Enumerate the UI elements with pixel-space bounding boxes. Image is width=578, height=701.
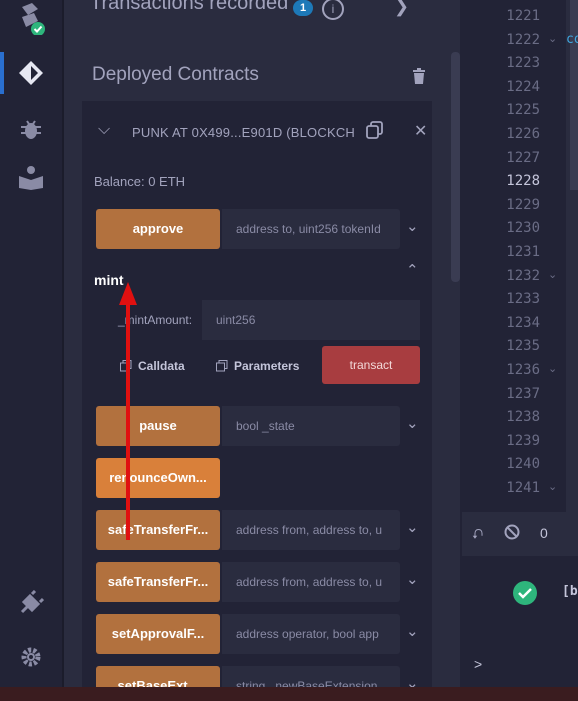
line-number: 1237 [506, 385, 540, 402]
icon-rail [0, 0, 62, 687]
contract-name: PUNK AT 0X499...E901D (BLOCKCH [132, 125, 356, 140]
line-number: 1232 [506, 267, 540, 284]
mint-amount-input[interactable]: uint256 [202, 300, 420, 340]
copy-icon [216, 360, 228, 372]
line-number: 1221 [506, 8, 540, 24]
line-number: 1241 [506, 480, 540, 496]
line-number: 1230 [506, 220, 540, 237]
safe-transfer-from-button[interactable]: safeTransferFr... [96, 510, 220, 550]
remix-logo-icon[interactable] [16, 3, 46, 35]
safe-transfer-from-data-input[interactable]: address from, address to, u [222, 562, 400, 602]
chevron-down-icon[interactable]: ⌵ [98, 121, 110, 139]
chevron-down-icon[interactable]: ⌄ [406, 518, 419, 536]
approve-input[interactable]: address to, uint256 tokenId [222, 209, 400, 249]
line-number: 1223 [506, 55, 540, 72]
terminal: [b > [462, 556, 578, 687]
line-number: 1224 [506, 78, 540, 95]
transactions-recorded-label[interactable]: Transactions recorded [90, 0, 288, 15]
chevron-down-icon[interactable]: ⌄ [406, 217, 419, 235]
code-fragment[interactable]: co [566, 32, 578, 47]
line-number: 1225 [506, 102, 540, 119]
close-icon[interactable]: ✕ [414, 121, 427, 141]
deploy-icon[interactable] [16, 58, 46, 88]
transact-button[interactable]: transact [322, 346, 420, 384]
clear-console-icon[interactable] [504, 524, 520, 545]
panel-scrollbar[interactable] [451, 52, 460, 282]
chevron-right-icon[interactable]: ❯ [394, 0, 409, 17]
contract-balance: Balance: 0 ETH [94, 174, 186, 189]
chevron-down-icon[interactable]: ⌄ [406, 570, 419, 588]
set-approval-for-all-input[interactable]: address operator, bool app [222, 614, 400, 654]
parameters-label: Parameters [234, 359, 300, 373]
settings-icon[interactable] [16, 642, 46, 672]
pause-input[interactable]: bool _state [222, 406, 400, 446]
editor-scrollbar[interactable] [570, 0, 578, 190]
code-editor: co 1221 1222 ⌄ 1223 1224 1225 1226 1227 1228 1229… [462, 0, 578, 512]
line-number: 1226 [506, 126, 540, 142]
plugin-icon[interactable] [16, 588, 46, 618]
copy-icon[interactable] [366, 121, 384, 144]
info-icon[interactable]: i [322, 0, 344, 20]
fold-chevron-icon[interactable]: ⌄ [548, 362, 557, 375]
chevron-down-icon[interactable]: ⌄ [406, 414, 419, 432]
chevron-up-icon[interactable]: ⌃ [406, 261, 419, 279]
collapse-terminal-icon[interactable]: ⮏ [472, 524, 483, 548]
terminal-toolbar: ⮏ 0 [462, 512, 578, 556]
mint-amount-label: _mintAmount: [118, 313, 193, 327]
line-number: 1227 [506, 149, 540, 166]
contract-card: ⌵ PUNK AT 0X499...E901D (BLOCKCH ✕ Balan… [82, 101, 432, 687]
transactions-count-badge: 1 [293, 0, 313, 16]
line-number: 1235 [506, 338, 540, 355]
pause-button[interactable]: pause [96, 406, 220, 446]
fold-chevron-icon[interactable]: ⌄ [548, 32, 557, 45]
approve-button[interactable]: approve [96, 209, 220, 249]
renounce-ownership-button[interactable]: renounceOwn... [96, 458, 220, 498]
line-number: 1233 [506, 291, 540, 308]
line-number: 1222 [506, 31, 540, 48]
line-number: 1239 [506, 432, 540, 449]
line-number: 1228 [506, 173, 540, 190]
deploy-panel: Transactions recorded 1 i ❯ Deployed Con… [64, 0, 460, 687]
deployed-contracts-title: Deployed Contracts [92, 64, 259, 85]
debugger-icon[interactable] [16, 114, 46, 144]
set-approval-for-all-button[interactable]: setApprovalF... [96, 614, 220, 654]
active-indicator [0, 52, 4, 94]
calldata-label: Calldata [138, 359, 185, 373]
line-number: 1231 [506, 244, 540, 260]
copy-icon [120, 360, 132, 372]
terminal-prompt[interactable]: > [474, 656, 482, 672]
status-strip [0, 687, 578, 701]
log-entry[interactable]: [b [562, 584, 578, 599]
set-base-extension-input[interactable]: string _newBaseExtension [222, 666, 400, 687]
safe-transfer-from-data-button[interactable]: safeTransferFr... [96, 562, 220, 602]
chevron-down-icon[interactable]: ⌄ [406, 622, 419, 640]
fold-chevron-icon[interactable]: ⌄ [548, 268, 557, 281]
learn-icon[interactable] [16, 162, 46, 192]
pending-tx-count: 0 [540, 525, 548, 541]
line-number: 1240 [506, 456, 540, 473]
line-number: 1234 [506, 314, 540, 331]
trash-icon[interactable] [412, 68, 426, 89]
fold-chevron-icon[interactable]: ⌄ [548, 480, 557, 493]
success-check-icon [512, 580, 538, 611]
set-base-extension-button[interactable]: setBaseExt... [96, 666, 220, 687]
chevron-down-icon[interactable]: ⌄ [406, 674, 419, 687]
mint-function-label: mint [94, 272, 124, 288]
parameters-button[interactable]: Parameters [216, 359, 299, 373]
line-number: 1236 [506, 362, 540, 378]
calldata-button[interactable]: Calldata [120, 359, 185, 373]
line-number: 1238 [506, 409, 540, 426]
line-number: 1229 [506, 196, 540, 213]
safe-transfer-from-input[interactable]: address from, address to, u [222, 510, 400, 550]
